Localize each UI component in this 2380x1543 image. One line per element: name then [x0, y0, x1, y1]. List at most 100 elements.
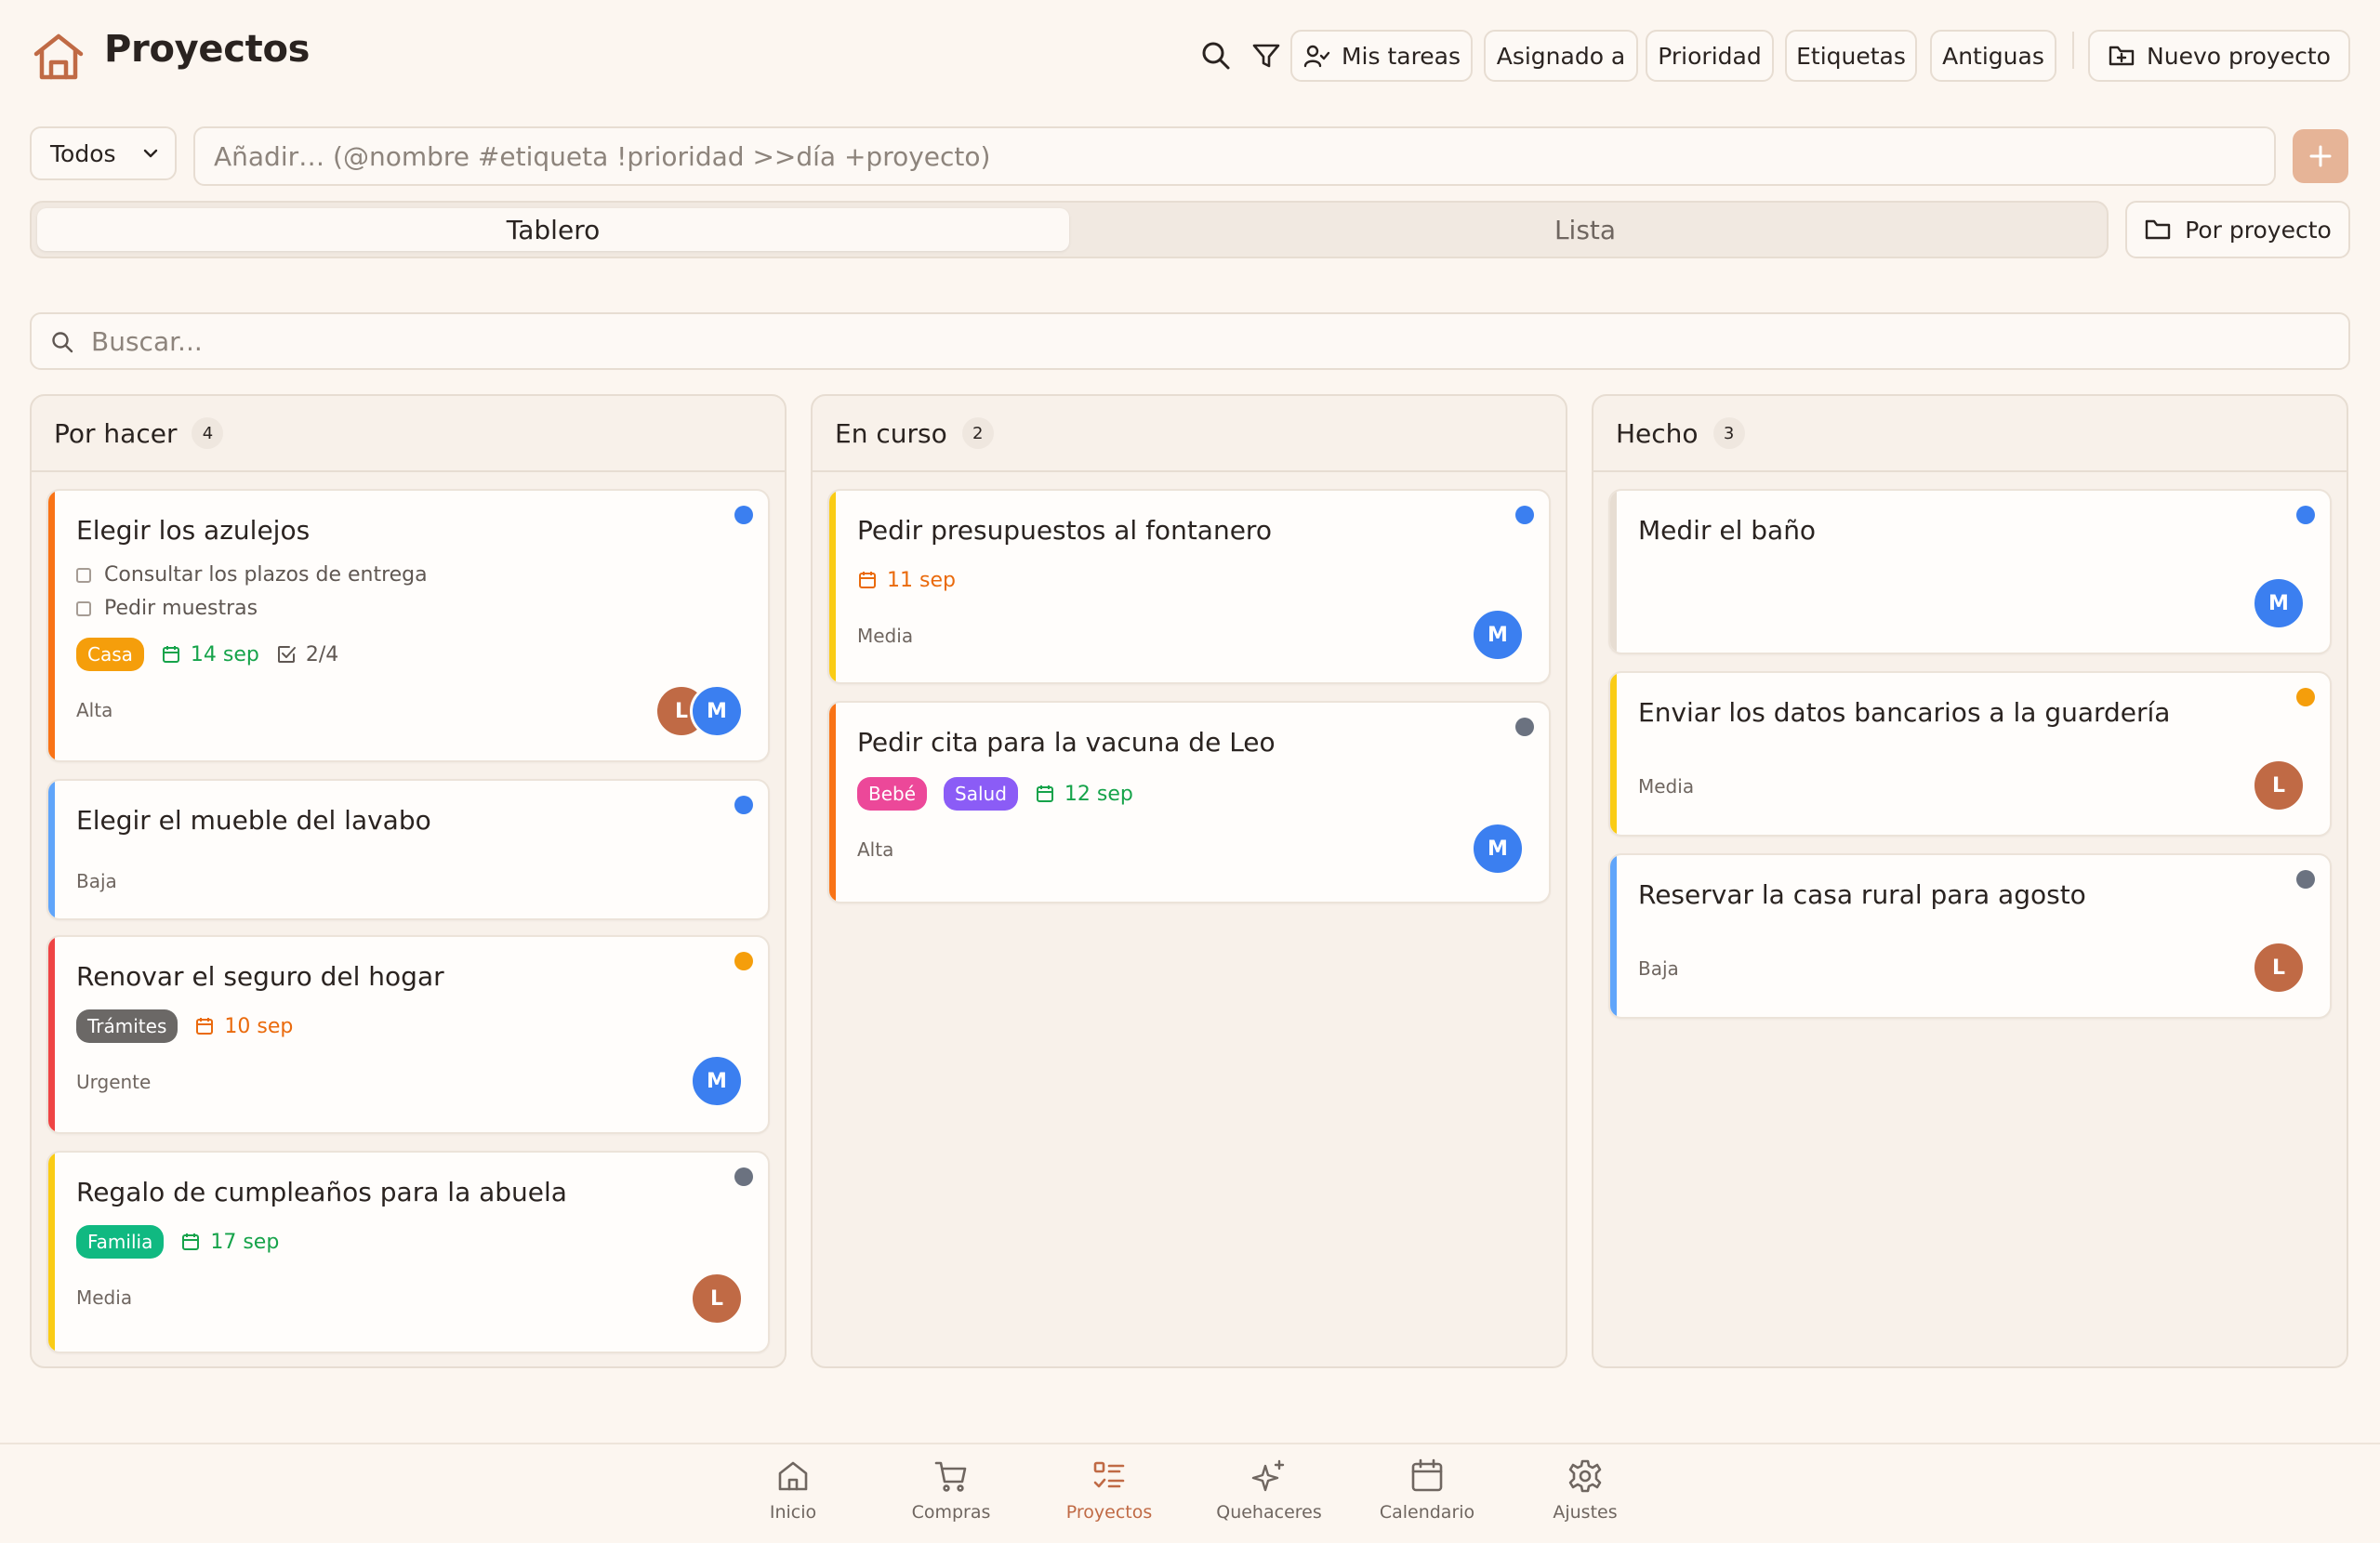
my-tasks-button[interactable]: Mis tareas [1290, 30, 1473, 82]
task-title: Reservar la casa rural para agosto [1638, 879, 2086, 910]
tag-badge[interactable]: Salud [944, 777, 1018, 811]
priority-accent [1610, 491, 1617, 653]
user-check-icon [1303, 45, 1330, 68]
tag-badge[interactable]: Familia [76, 1225, 165, 1259]
priority-accent [48, 491, 55, 760]
task-card[interactable]: Renovar el seguro del hogar Trámites 10 … [46, 935, 770, 1134]
calendar-icon [162, 646, 179, 663]
column-count: 4 [192, 417, 224, 449]
tags-button[interactable]: Etiquetas [1785, 30, 1917, 82]
subtask-item[interactable]: Consultar los plazos de entrega [76, 563, 428, 587]
due-date-label: 14 sep [190, 642, 259, 666]
new-project-button[interactable]: Nuevo proyecto [2088, 30, 2350, 82]
header-divider [2072, 32, 2074, 69]
nav-label: Ajustes [1553, 1502, 1618, 1523]
status-dot [734, 1167, 753, 1186]
task-title: Pedir cita para la vacuna de Leo [857, 727, 1276, 758]
nav-item-quehaceres[interactable]: Quehaceres [1190, 1457, 1348, 1536]
filter-icon[interactable] [1250, 39, 1283, 73]
calendar-icon [859, 572, 876, 588]
search-box [30, 312, 2350, 370]
nav-label: Proyectos [1065, 1502, 1153, 1523]
search-input[interactable] [91, 314, 2322, 368]
status-dot [2296, 506, 2315, 524]
home-icon[interactable] [32, 32, 86, 82]
avatar[interactable]: L [2252, 941, 2306, 995]
priority-label: Alta [857, 838, 894, 861]
task-card[interactable]: Reservar la casa rural para agosto Baja … [1608, 853, 2332, 1019]
task-title: Elegir los azulejos [76, 515, 311, 546]
checkbox-icon[interactable] [76, 600, 91, 616]
task-card[interactable]: Elegir el mueble del lavabo Baja [46, 779, 770, 920]
priority-label: Baja [76, 870, 117, 892]
tab-list[interactable]: Lista [1069, 208, 2101, 251]
task-card[interactable]: Pedir cita para la vacuna de Leo Bebé Sa… [827, 701, 1551, 903]
task-card[interactable]: Medir el baño M [1608, 489, 2332, 654]
status-dot [2296, 870, 2315, 889]
priority-label: Media [76, 1286, 133, 1309]
avatar[interactable]: L [2252, 758, 2306, 812]
folder-plus-icon [2109, 46, 2135, 66]
task-card[interactable]: Enviar los datos bancarios a la guarderí… [1608, 671, 2332, 837]
tab-board[interactable]: Tablero [37, 208, 1069, 251]
column-done: Hecho 3 Medir el baño M Enviar los datos… [1592, 394, 2348, 1368]
avatar[interactable]: M [690, 684, 744, 738]
priority-accent [829, 703, 836, 902]
avatar[interactable]: M [690, 1054, 744, 1108]
task-card[interactable]: Elegir los azulejos Consultar los plazos… [46, 489, 770, 762]
column-title: Hecho [1616, 417, 1699, 449]
task-card[interactable]: Pedir presupuestos al fontanero 11 sep M… [827, 489, 1551, 684]
column-header: Por hacer 4 [32, 396, 785, 472]
avatar[interactable]: L [690, 1272, 744, 1325]
tag-badge[interactable]: Bebé [857, 777, 928, 811]
add-task-button[interactable] [2293, 129, 2348, 183]
tags-label: Etiquetas [1796, 42, 1906, 70]
plus-icon [2309, 145, 2332, 167]
avatar[interactable]: M [2252, 576, 2306, 630]
nav-label: Inicio [769, 1502, 817, 1523]
new-project-label: Nuevo proyecto [2147, 42, 2331, 70]
nav-label: Calendario [1379, 1502, 1475, 1523]
old-tasks-label: Antiguas [1942, 42, 2044, 70]
due-date-label: 12 sep [1064, 782, 1133, 806]
checklist-icon [1093, 1461, 1125, 1488]
task-title: Renovar el seguro del hogar [76, 961, 444, 992]
avatar[interactable]: M [1471, 608, 1525, 662]
column-count: 3 [1712, 417, 1745, 449]
nav-item-inicio[interactable]: Inicio [714, 1457, 872, 1536]
status-dot [1515, 718, 1534, 736]
search-icon[interactable] [1199, 39, 1233, 73]
subtask-progress-label: 2/4 [305, 642, 339, 666]
due-date: 17 sep [180, 1231, 279, 1254]
nav-item-calendario[interactable]: Calendario [1348, 1457, 1506, 1536]
subtask-item[interactable]: Pedir muestras [76, 597, 258, 620]
group-by-project-button[interactable]: Por proyecto [2125, 201, 2350, 258]
filter-select[interactable]: Todos [30, 126, 177, 180]
nav-item-proyectos[interactable]: Proyectos [1030, 1457, 1188, 1536]
priority-accent [1610, 673, 1617, 835]
priority-label: Urgente [76, 1071, 152, 1093]
task-card[interactable]: Regalo de cumpleaños para la abuela Fami… [46, 1151, 770, 1353]
quick-add-input[interactable] [193, 126, 2276, 186]
column-in-progress: En curso 2 Pedir presupuestos al fontane… [811, 394, 1567, 1368]
checkbox-icon[interactable] [76, 567, 91, 583]
old-tasks-button[interactable]: Antiguas [1930, 30, 2056, 82]
due-date-label: 17 sep [210, 1230, 280, 1254]
tag-badge[interactable]: Casa [76, 638, 144, 671]
task-meta: Casa 14 sep 2/4 [76, 638, 338, 671]
nav-item-compras[interactable]: Compras [872, 1457, 1030, 1536]
priority-accent [1610, 855, 1617, 1017]
checkbox-checked-icon [277, 646, 296, 663]
task-title: Medir el baño [1638, 515, 1817, 546]
assigned-to-button[interactable]: Asignado a [1484, 30, 1638, 82]
bottom-nav: Inicio Compras Proyectos Quehaceres Cale… [0, 1443, 2380, 1543]
task-title: Regalo de cumpleaños para la abuela [76, 1177, 567, 1207]
column-header: Hecho 3 [1593, 396, 2347, 472]
priority-button[interactable]: Prioridad [1646, 30, 1774, 82]
nav-item-ajustes[interactable]: Ajustes [1506, 1457, 1664, 1536]
calendar-icon [196, 1018, 214, 1035]
chevron-down-icon [143, 149, 157, 158]
tag-badge[interactable]: Trámites [76, 1009, 178, 1043]
task-meta: Familia 17 sep [76, 1225, 279, 1259]
avatar[interactable]: M [1471, 822, 1525, 876]
